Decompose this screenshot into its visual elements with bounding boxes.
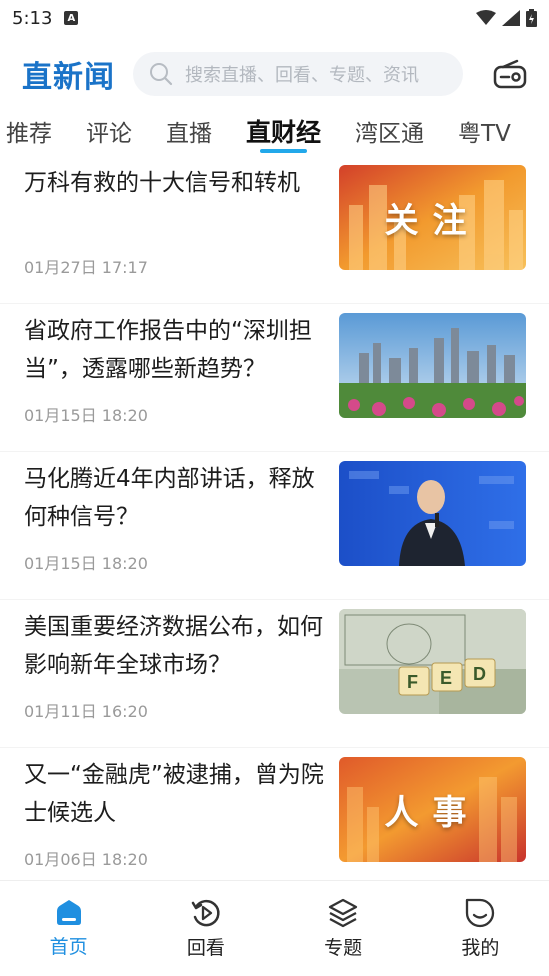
- article-title: 马化腾近4年内部讲话，释放何种信号？: [24, 466, 315, 530]
- article-date: 01月15日 18:20: [24, 406, 148, 425]
- article-title: 美国重要经济数据公布，如何影响新年全球市场？: [24, 614, 323, 678]
- tab-bay-area[interactable]: 湾区通: [353, 114, 426, 148]
- article-item[interactable]: 省政府工作报告中的“深圳担当”，透露哪些新趋势？ 01月15日 18:20: [0, 304, 549, 452]
- layers-icon: [328, 898, 358, 928]
- accessibility-icon: A: [64, 11, 79, 25]
- nav-topics[interactable]: 专题: [298, 897, 388, 960]
- app-header: 直新闻 搜索直播、回看、专题、资讯: [0, 48, 549, 100]
- home-icon: [56, 900, 81, 925]
- article-date: 01月11日 16:20: [24, 702, 148, 721]
- article-title: 万科有救的十大信号和转机: [24, 170, 300, 196]
- tab-recommend[interactable]: 推荐: [4, 114, 54, 148]
- svg-text:D: D: [473, 664, 486, 684]
- nav-label: 我的: [461, 937, 500, 959]
- article-item[interactable]: 又一“金融虎”被逮捕，曾为院士候选人 01月06日 18:20 人事: [0, 748, 549, 896]
- bottom-nav: 首页 回看 专题 我的: [0, 880, 549, 976]
- search-placeholder: 搜索直播、回看、专题、资讯: [185, 65, 419, 86]
- article-item[interactable]: 万科有救的十大信号和转机 01月27日 17:17 关注: [0, 156, 549, 304]
- article-thumbnail: [339, 313, 526, 418]
- article-item[interactable]: 美国重要经济数据公布，如何影响新年全球市场？ 01月11日 16:20 F E D: [0, 600, 549, 748]
- article-list: 万科有救的十大信号和转机 01月27日 17:17 关注 省政府工作报告中的“深…: [0, 156, 549, 896]
- status-bar: 5:13 A: [0, 0, 549, 36]
- article-thumbnail: 人事: [339, 757, 526, 862]
- nav-replay[interactable]: 回看: [161, 897, 251, 960]
- tab-finance[interactable]: 直财经: [244, 113, 323, 153]
- article-date: 01月15日 18:20: [24, 554, 148, 573]
- article-date: 01月06日 18:20: [24, 850, 148, 869]
- signal-icon: [502, 10, 520, 26]
- tab-live[interactable]: 直播: [164, 114, 214, 148]
- radio-icon[interactable]: [493, 59, 527, 89]
- thumbnail-label: 关注: [384, 201, 481, 241]
- svg-text:F: F: [407, 672, 418, 692]
- tab-comment[interactable]: 评论: [84, 114, 134, 148]
- profile-icon: [466, 898, 495, 928]
- replay-icon: [191, 899, 220, 927]
- nav-home[interactable]: 首页: [24, 898, 114, 959]
- channel-tabs: 推荐 评论 直播 直财经 湾区通 粤TV: [0, 108, 549, 154]
- thumbnail-label: 人事: [384, 793, 481, 833]
- search-bar[interactable]: 搜索直播、回看、专题、资讯: [133, 52, 463, 96]
- nav-label: 专题: [324, 937, 363, 959]
- article-title: 又一“金融虎”被逮捕，曾为院士候选人: [24, 762, 324, 826]
- article-thumbnail: 关注: [339, 165, 526, 270]
- article-item[interactable]: 马化腾近4年内部讲话，释放何种信号？ 01月15日 18:20: [0, 452, 549, 600]
- article-thumbnail: FED: [339, 609, 526, 714]
- app-logo[interactable]: 直新闻: [22, 52, 115, 96]
- article-thumbnail: [339, 461, 526, 566]
- nav-label: 回看: [186, 937, 225, 959]
- svg-text:E: E: [440, 668, 452, 688]
- battery-icon: [526, 9, 537, 27]
- search-icon: [150, 63, 173, 86]
- tab-guangdong-tv[interactable]: 粤TV: [456, 114, 513, 148]
- status-right: [476, 9, 537, 27]
- nav-profile[interactable]: 我的: [435, 897, 525, 960]
- article-date: 01月27日 17:17: [24, 258, 148, 277]
- article-title: 省政府工作报告中的“深圳担当”，透露哪些新趋势？: [24, 318, 312, 382]
- nav-label: 首页: [49, 936, 88, 958]
- wifi-icon: [476, 10, 496, 25]
- status-time: 5:13: [12, 7, 53, 29]
